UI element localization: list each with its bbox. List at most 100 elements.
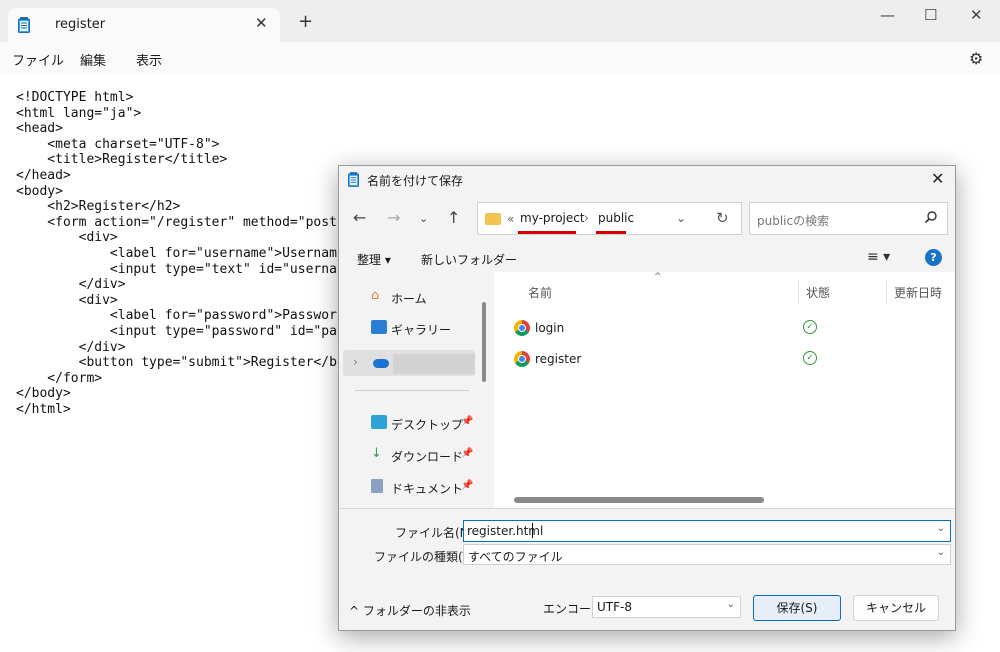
chevron-down-icon[interactable]: ⌄ — [676, 211, 686, 225]
sort-ascending-icon: ^ — [654, 272, 662, 282]
code-line: <input type="text" id="userna — [16, 261, 337, 277]
code-line: </form> — [16, 370, 103, 386]
up-arrow-icon[interactable]: ↑ — [447, 208, 460, 227]
column-header-status[interactable]: 状態 — [806, 284, 830, 301]
scrollbar-thumb[interactable] — [482, 302, 486, 382]
new-tab-button[interactable]: + — [298, 13, 313, 31]
menu-view[interactable]: 表示 — [136, 50, 162, 69]
column-divider[interactable] — [886, 280, 887, 304]
search-placeholder: publicの検索 — [757, 214, 830, 228]
file-row[interactable]: register ✓ — [494, 345, 955, 373]
organize-button[interactable]: 整理 ▾ — [357, 251, 391, 268]
filename-input[interactable]: register.html ⌄ — [463, 520, 951, 542]
address-bar[interactable]: « my-project › public ⌄ ↻ — [477, 202, 742, 235]
breadcrumb-chevron-icon[interactable]: › — [584, 211, 589, 225]
red-underline — [518, 231, 576, 234]
download-icon: ↓ — [371, 446, 382, 461]
pin-icon[interactable]: 📌 — [461, 480, 473, 491]
code-line: </div> — [16, 277, 126, 293]
code-line: <button type="submit">Register</b — [16, 355, 337, 371]
code-text: <!DOCTYPE html> <html lang="ja"> <head> <m… — [16, 90, 337, 417]
search-input[interactable]: publicの検索 — [749, 202, 948, 235]
close-tab-icon[interactable]: ✕ — [255, 14, 268, 32]
code-line: <input type="password" id="pa — [16, 323, 337, 339]
code-line: </head> — [16, 167, 71, 183]
nav-scrollbar[interactable] — [480, 286, 488, 506]
chevron-down-icon[interactable]: ⌄ — [937, 547, 945, 558]
menu-edit[interactable]: 編集 — [80, 50, 106, 69]
chevron-down-icon[interactable]: ⌄ — [937, 523, 945, 534]
code-line: </body> — [16, 386, 71, 402]
save-as-dialog: 名前を付けて保存 ✕ ← → ⌄ ↑ « my-project › public… — [338, 165, 956, 631]
close-dialog-icon[interactable]: ✕ — [931, 169, 944, 188]
divider — [355, 390, 469, 391]
maximize-icon[interactable]: ☐ — [924, 6, 937, 24]
breadcrumb-my-project[interactable]: my-project — [520, 211, 585, 225]
code-line: <div> — [16, 292, 118, 308]
nav-item-label: デスクトップ — [391, 418, 464, 432]
code-line: </div> — [16, 339, 126, 355]
chevron-up-icon: ^ — [349, 604, 360, 618]
code-line: <head> — [16, 121, 63, 137]
gear-icon[interactable]: ⚙ — [969, 49, 983, 68]
refresh-icon[interactable]: ↻ — [716, 209, 729, 227]
nav-item-label: ギャラリー — [391, 323, 452, 337]
gallery-icon — [371, 320, 387, 334]
column-header-modified[interactable]: 更新日時 — [894, 284, 942, 301]
nav-item-documents[interactable]: ドキュメント 📌 — [339, 474, 479, 500]
filetype-select[interactable]: すべてのファイル ⌄ — [463, 544, 951, 565]
pin-icon[interactable]: 📌 — [461, 448, 473, 459]
code-line: <label for="username">Usernam — [16, 245, 337, 261]
nav-item-downloads[interactable]: ↓ ダウンロード 📌 — [339, 442, 479, 468]
nav-item-onedrive[interactable]: › — [343, 350, 475, 376]
column-divider[interactable] — [798, 280, 799, 304]
encoding-value: UTF-8 — [597, 600, 632, 614]
breadcrumb-overflow[interactable]: « — [507, 212, 514, 226]
menu-file[interactable]: ファイル — [12, 50, 64, 69]
chrome-icon — [514, 351, 530, 367]
save-button[interactable]: 保存(S) — [753, 595, 841, 621]
nav-item-label: ダウンロード — [391, 450, 464, 464]
hide-folders-button[interactable]: ^ フォルダーの非表示 — [349, 602, 471, 619]
horizontal-scrollbar[interactable] — [514, 497, 764, 503]
nav-item-home[interactable]: ⌂ ホーム — [339, 284, 479, 310]
close-window-icon[interactable]: ✕ — [970, 6, 983, 24]
view-options-icon[interactable]: ≡ ▾ — [867, 249, 890, 265]
search-icon — [924, 211, 937, 224]
file-name: login — [535, 321, 565, 335]
recent-locations-chevron-icon[interactable]: ⌄ — [419, 212, 428, 225]
minimize-icon[interactable]: — — [880, 6, 895, 24]
forward-arrow-icon[interactable]: → — [387, 208, 400, 227]
code-line: <label for="password">Passwor — [16, 308, 337, 324]
code-line: </html> — [16, 401, 71, 417]
tab-register[interactable]: register ✕ — [8, 8, 280, 42]
file-name: register — [535, 352, 582, 366]
navigation-pane: ⌂ ホーム ギャラリー › デスクトップ 📌 ↓ ダウンロード 📌 ドキュメント… — [339, 276, 492, 508]
back-arrow-icon[interactable]: ← — [353, 208, 366, 227]
expand-chevron-icon[interactable]: › — [353, 355, 358, 369]
code-line: <form action="/register" method="post — [16, 214, 337, 230]
encoding-select[interactable]: UTF-8 ⌄ — [592, 596, 741, 618]
chrome-icon — [514, 320, 530, 336]
tab-title: register — [55, 17, 106, 32]
menu-bar: ファイル 編集 表示 ⚙ — [0, 42, 1000, 74]
chevron-down-icon[interactable]: ⌄ — [727, 599, 735, 610]
text-caret — [532, 523, 533, 538]
save-options: ファイル名(N): register.html ⌄ ファイルの種類(T): すべ… — [339, 508, 955, 630]
breadcrumb-public[interactable]: public — [598, 211, 634, 225]
help-icon[interactable]: ? — [925, 249, 942, 266]
synced-check-icon: ✓ — [803, 351, 817, 365]
column-header-name[interactable]: 名前 — [528, 284, 552, 301]
new-folder-button[interactable]: 新しいフォルダー — [421, 251, 517, 268]
code-line: <html lang="ja"> — [16, 105, 142, 121]
filetype-value: すべてのファイル — [468, 550, 563, 564]
hide-folders-label: フォルダーの非表示 — [362, 604, 471, 618]
nav-item-desktop[interactable]: デスクトップ 📌 — [339, 410, 479, 436]
pin-icon[interactable]: 📌 — [461, 416, 473, 427]
dialog-title: 名前を付けて保存 — [367, 174, 464, 188]
cancel-button[interactable]: キャンセル — [853, 595, 939, 621]
desktop-icon — [371, 415, 387, 429]
folder-icon — [485, 213, 501, 225]
nav-item-gallery[interactable]: ギャラリー — [339, 315, 479, 341]
file-row[interactable]: login ✓ — [494, 314, 955, 342]
